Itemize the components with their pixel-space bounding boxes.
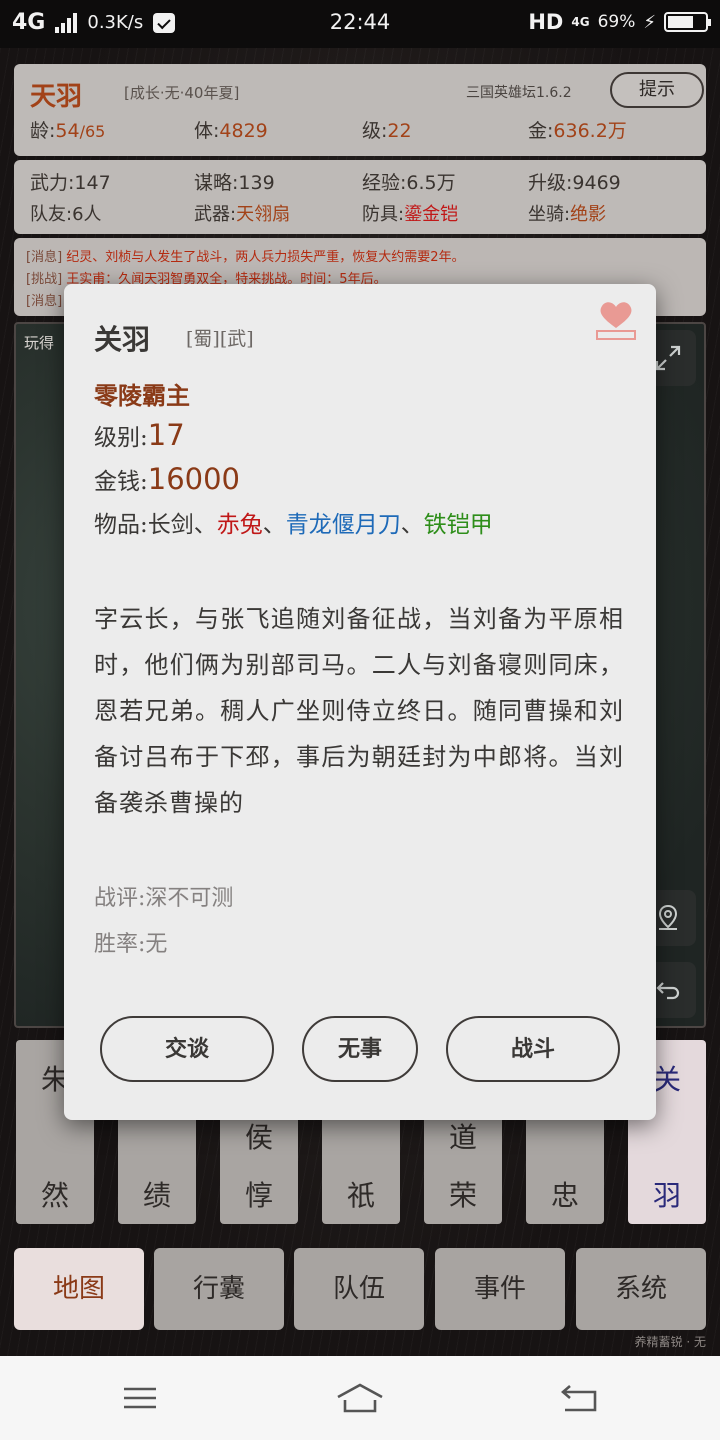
map-label: 玩得 [24,334,55,352]
gold-stat: 金:636.2万 [528,120,627,142]
location-pin-icon [658,904,678,930]
general-money: 金钱:16000 [94,462,241,496]
body-stat: 体:4829 [194,120,268,142]
battle-rating: 战评:深不可测 [94,886,234,911]
expand-icon [655,345,681,371]
battery-icon [664,12,711,32]
back-icon[interactable] [550,1378,610,1418]
general-level: 级别:17 [94,418,185,452]
weapon-stat[interactable]: 武器:天翎扇 [194,200,290,226]
general-name: 关羽 [94,323,151,356]
nothing-button[interactable]: 无事 [302,1016,418,1082]
nav-system[interactable]: 系统 [576,1248,706,1330]
nav-map[interactable]: 地图 [14,1248,144,1330]
battery-percent: 69% [597,12,636,32]
message-line: [消息] [26,294,63,309]
general-biography[interactable]: 字云长，与张飞追随刘备征战，当刘备为平原相时，他们俩为别部司马。二人与刘备寝则同… [94,596,624,854]
game-version: 三国英雄坛1.6.2 [466,85,572,101]
nav-events[interactable]: 事件 [435,1248,565,1330]
player-info-panel: 天羽 [成长·无·40年夏] 三国英雄坛1.6.2 提示 龄:54/65 体:4… [14,64,706,156]
win-rate: 胜率:无 [94,932,168,957]
favorite-heart-icon[interactable] [596,298,636,340]
home-icon[interactable] [330,1378,390,1418]
system-navigation-bar [0,1356,720,1440]
force-stat: 武力:147 [30,172,111,194]
upgrade-stat: 升级:9469 [528,172,621,194]
strategy-stat: 谋略:139 [194,172,275,194]
general-info-dialog: 关羽 [蜀][武] 零陵霸主 级别:17 金钱:16000 物品:长剑、赤兔、青… [64,284,656,1120]
exp-stat: 经验:6.5万 [362,172,456,194]
nav-bag[interactable]: 行囊 [154,1248,284,1330]
motto-text: 养精蓄锐 · 无 [634,1335,706,1349]
message-line: [消息] 纪灵、刘桢与人发生了战斗，两人兵力损失严重，恢复大约需要2年。 [26,250,465,265]
hd-indicator: HD [528,10,564,34]
talk-button[interactable]: 交谈 [100,1016,274,1082]
general-faction: [蜀][武] [186,328,254,350]
age-stat: 龄:54/65 [30,120,106,142]
attributes-panel: 武力:147 谋略:139 经验:6.5万 升级:9469 队友:6人 武器:天… [14,160,706,234]
return-icon [656,982,680,1000]
armor-stat[interactable]: 防具:鎏金铠 [362,200,458,226]
fight-button[interactable]: 战斗 [446,1016,620,1082]
nav-team[interactable]: 队伍 [294,1248,424,1330]
general-items: 物品:长剑、赤兔、青龙偃月刀、铁铠甲 [94,512,493,538]
hint-button[interactable]: 提示 [610,72,704,108]
level-stat: 级:22 [362,120,412,142]
status-bar: 4G 0.3K/s 22:44 HD 4G 69% ⚡ [0,0,720,48]
general-title: 零陵霸主 [94,381,190,410]
menu-icon[interactable] [110,1378,170,1418]
mount-stat[interactable]: 坐骑:绝影 [528,200,606,226]
player-name: 天羽 [30,82,83,112]
player-tag: [成长·无·40年夏] [124,84,240,102]
net-type-indicator: 4G [571,15,590,29]
team-stat: 队友:6人 [30,204,102,225]
charging-icon: ⚡ [643,11,656,33]
